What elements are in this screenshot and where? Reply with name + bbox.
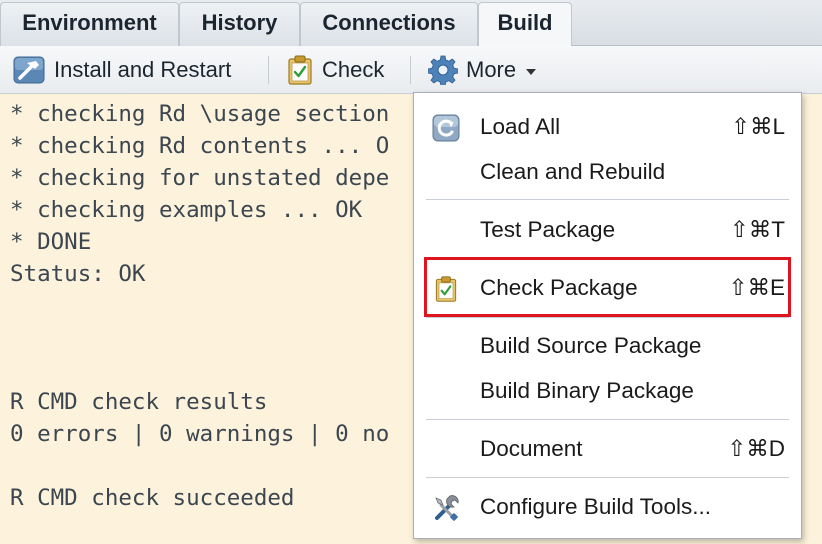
console-line: R CMD check succeeded	[10, 485, 295, 511]
menu-separator	[426, 317, 789, 318]
console-line: * checking for unstated depe	[10, 165, 390, 191]
menu-item-shortcut: ⇧⌘T	[729, 217, 785, 242]
console-line: * DONE	[10, 229, 92, 255]
menu-item-shortcut: ⇧⌘D	[727, 436, 785, 461]
check-button[interactable]: Check	[286, 46, 384, 94]
tab-connections[interactable]: Connections	[300, 2, 478, 46]
menu-item-label: Document	[480, 436, 583, 461]
toolbar-separator	[268, 56, 269, 84]
menu-separator	[426, 477, 789, 478]
install-and-restart-button[interactable]: Install and Restart	[12, 46, 231, 94]
menu-item-test-package[interactable]: Test Package ⇧⌘T	[414, 208, 801, 252]
console-line: * checking Rd contents ... O	[10, 133, 390, 159]
check-package-highlight	[424, 257, 791, 317]
menu-item-label: Build Binary Package	[480, 378, 694, 403]
more-dropdown-menu: Load All ⇧⌘L Clean and Rebuild Test Pack…	[413, 92, 802, 539]
build-toolbar: Install and Restart Check More	[0, 46, 822, 94]
gear-icon	[427, 55, 459, 87]
menu-item-build-source-package[interactable]: Build Source Package	[414, 324, 801, 368]
check-label: Check	[322, 57, 385, 82]
load-all-icon	[432, 114, 460, 142]
menu-item-shortcut: ⇧⌘L	[731, 114, 785, 139]
toolbar-separator	[410, 56, 411, 84]
console-line: Status: OK	[10, 261, 146, 287]
menu-item-load-all[interactable]: Load All ⇧⌘L	[414, 105, 801, 149]
console-line: R CMD check results	[10, 389, 268, 415]
menu-item-label: Build Source Package	[480, 333, 702, 358]
menu-item-build-binary-package[interactable]: Build Binary Package	[414, 369, 801, 413]
tab-build[interactable]: Build	[478, 2, 572, 47]
hammer-icon	[12, 55, 46, 85]
tab-history[interactable]: History	[179, 2, 300, 46]
tab-environment[interactable]: Environment	[0, 2, 179, 46]
tab-label: Connections	[322, 10, 456, 35]
install-and-restart-label: Install and Restart	[54, 57, 232, 82]
menu-item-clean-and-rebuild[interactable]: Clean and Rebuild	[414, 150, 801, 194]
pane-tab-bar: Environment History Connections Build	[0, 0, 822, 47]
clipboard-check-icon	[286, 54, 314, 86]
console-line: 0 errors | 0 warnings | 0 no	[10, 421, 390, 447]
menu-separator	[426, 419, 789, 420]
more-menu-button[interactable]: More	[427, 46, 537, 94]
menu-item-label: Configure Build Tools...	[480, 494, 711, 519]
menu-item-label: Clean and Rebuild	[480, 159, 666, 184]
menu-item-document[interactable]: Document ⇧⌘D	[414, 427, 801, 471]
menu-item-label: Test Package	[480, 217, 616, 242]
more-label: More	[466, 57, 517, 82]
console-line: * checking Rd \usage section	[10, 101, 390, 127]
menu-item-label: Load All	[480, 114, 561, 139]
tools-icon	[432, 494, 460, 522]
chevron-down-icon	[526, 68, 537, 75]
tab-label: Build	[497, 10, 553, 35]
tab-label: Environment	[22, 10, 157, 35]
menu-separator	[426, 199, 789, 200]
menu-item-configure-build-tools[interactable]: Configure Build Tools...	[414, 485, 801, 529]
tab-label: History	[201, 10, 278, 35]
console-line: * checking examples ... OK	[10, 197, 363, 223]
